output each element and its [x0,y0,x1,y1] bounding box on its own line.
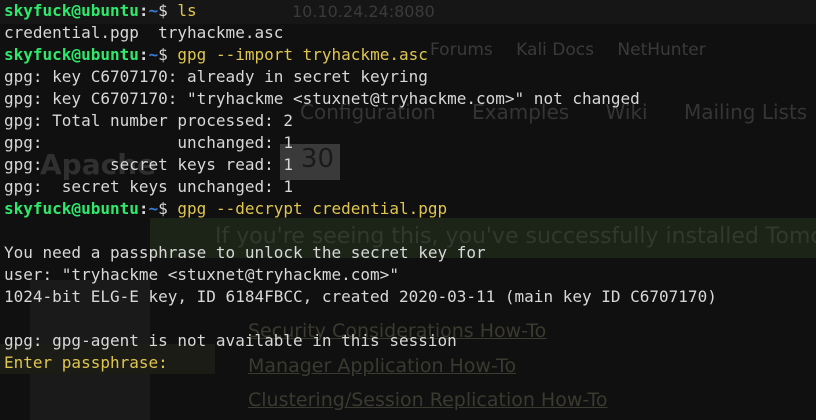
output-line: gpg: secret keys unchanged: 1 [4,177,293,196]
prompt-symbol: $ [158,1,178,20]
background-link: Clustering/Session Replication How-To [248,389,608,411]
prompt-path: ~ [148,199,159,218]
prompt-line: skyfuck@ubuntu:~$ ls [4,0,717,22]
output-line: credential.pgp tryhackme.asc [4,23,284,42]
command-text: ls [177,1,197,20]
prompt-colon: : [138,1,149,20]
output-line: gpg: key C6707170: already in secret key… [4,67,428,86]
passphrase-prompt[interactable]: Enter passphrase: [4,353,177,372]
output-line: gpg: Total number processed: 2 [4,111,293,130]
prompt-colon: : [138,199,149,218]
command-text: gpg --import tryhackme.asc [177,45,428,64]
prompt-symbol: $ [158,199,178,218]
prompt-path: ~ [148,1,159,20]
terminal-output[interactable]: skyfuck@ubuntu:~$ ls credential.pgp tryha… [4,0,717,374]
prompt-path: ~ [148,45,159,64]
prompt-line: skyfuck@ubuntu:~$ gpg --decrypt credenti… [4,198,717,220]
prompt-colon: : [138,45,149,64]
prompt-user-host: skyfuck@ubuntu [4,1,139,20]
command-text: gpg --decrypt credential.pgp [177,199,448,218]
output-line: gpg: unchanged: 1 [4,133,293,152]
passphrase-prompt-line: Enter passphrase: [4,352,717,374]
output-line: gpg: gpg-agent is not available in this … [4,331,457,350]
terminal-window[interactable]: 10.10.24.24:8080 Forums Kali Docs NetHun… [0,0,816,420]
output-line: user: "tryhackme <stuxnet@tryhackme.com>… [4,265,399,284]
prompt-user-host: skyfuck@ubuntu [4,45,139,64]
prompt-user-host: skyfuck@ubuntu [4,199,139,218]
output-line: gpg: key C6707170: "tryhackme <stuxnet@t… [4,89,640,108]
output-line: 1024-bit ELG-E key, ID 6184FBCC, created… [4,287,717,306]
prompt-symbol: $ [158,45,178,64]
output-line: gpg: secret keys read: 1 [4,155,293,174]
prompt-line: skyfuck@ubuntu:~$ gpg --import tryhackme… [4,44,717,66]
output-line: You need a passphrase to unlock the secr… [4,243,486,262]
